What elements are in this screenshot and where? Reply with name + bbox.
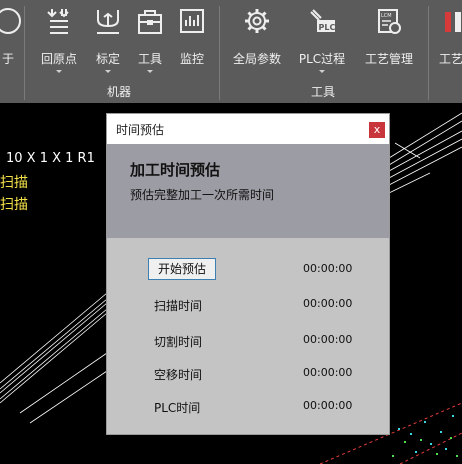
scan-time-label: 扫描时间: [154, 299, 203, 313]
chevron-down-icon: [147, 70, 153, 73]
group-label-machine: 机器: [107, 85, 132, 99]
canvas-scan-text: 扫描: [0, 175, 28, 191]
circle-icon: [0, 8, 21, 34]
dialog-heading: 加工时间预估: [130, 161, 221, 179]
scan-time-value: 00:00:00: [303, 297, 353, 310]
gear-icon: [245, 9, 269, 33]
dialog-title-bar[interactable]: 时间预估 x: [107, 114, 389, 144]
calibrate-button[interactable]: 标定: [88, 6, 128, 73]
svg-text:LCM: LCM: [381, 13, 392, 19]
start-estimate-button[interactable]: 开始预估: [148, 258, 216, 280]
ribbon-toolbar: 于 回原点 标定 工具 监控 全局参数 PLC PLC过程 LCM 工艺管理 工…: [0, 0, 462, 103]
toolbox-icon: [138, 10, 162, 34]
dialog-title: 时间预估: [116, 123, 165, 137]
ribbon-button-label: 工具: [137, 52, 162, 66]
plc-process-button[interactable]: PLC PLC过程: [294, 6, 350, 73]
toolbox-button[interactable]: 工具: [130, 6, 170, 73]
ribbon-button-label: 回原点: [40, 52, 77, 66]
chevron-down-icon: [56, 70, 62, 73]
lcm-process-icon: LCM: [378, 9, 401, 34]
ribbon-button-label: 标定: [95, 52, 120, 66]
craft-icon: [445, 12, 461, 32]
monitor-button[interactable]: 监控: [172, 6, 212, 66]
ribbon-separator: [428, 6, 429, 100]
global-params-button[interactable]: 全局参数: [228, 6, 286, 66]
home-origin-icon: [47, 9, 69, 34]
ribbon-separator: [24, 6, 25, 100]
ribbon-button-label: 全局参数: [232, 52, 281, 66]
canvas-dimension-text: 10 X 1 X 1 R1: [6, 151, 95, 166]
svg-text:PLC: PLC: [319, 23, 336, 32]
close-button[interactable]: x: [369, 122, 385, 138]
start-estimate-value: 00:00:00: [303, 262, 353, 275]
craft-button[interactable]: 工艺: [436, 6, 462, 66]
dialog-subheading: 预估完整加工一次所需时间: [130, 188, 275, 202]
chevron-down-icon: [319, 70, 325, 73]
monitor-icon: [180, 9, 204, 33]
time-estimate-dialog: 时间预估 x 加工时间预估 预估完整加工一次所需时间 开始预估 00:00:00…: [107, 114, 389, 434]
calibrate-icon: [97, 10, 119, 34]
ribbon-button-label: PLC过程: [298, 52, 346, 66]
plc-icon: PLC: [310, 9, 336, 32]
chevron-down-icon: [105, 70, 111, 73]
plc-time-label: PLC时间: [154, 401, 201, 415]
group-label-tools: 工具: [311, 85, 336, 99]
dialog-header: 加工时间预估 预估完整加工一次所需时间: [107, 144, 389, 238]
ribbon-button-label: 监控: [179, 52, 204, 66]
ribbon-button-label: 工艺管理: [364, 52, 413, 66]
ribbon-button-label: 工艺: [439, 52, 462, 66]
ribbon-button-label: 于: [1, 52, 14, 66]
home-origin-button[interactable]: 回原点: [36, 6, 82, 73]
partial-ribbon-button[interactable]: 于: [0, 6, 30, 66]
idle-move-time-label: 空移时间: [154, 368, 203, 382]
idle-move-time-value: 00:00:00: [303, 366, 353, 379]
cut-time-label: 切割时间: [154, 335, 203, 349]
cut-time-value: 00:00:00: [303, 333, 353, 346]
canvas-scan-text: 扫描: [0, 197, 28, 213]
plc-time-value: 00:00:00: [303, 399, 353, 412]
process-management-button[interactable]: LCM 工艺管理: [360, 6, 418, 66]
ribbon-separator: [219, 6, 220, 100]
